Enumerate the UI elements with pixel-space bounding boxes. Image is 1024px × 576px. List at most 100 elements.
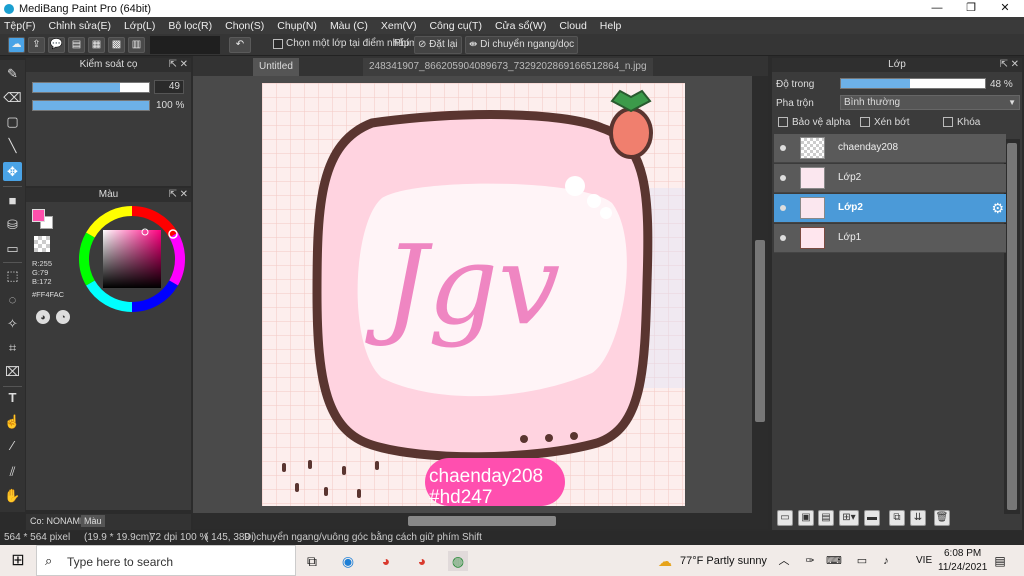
clock-date[interactable]: 11/24/2021: [938, 562, 987, 573]
blend-mode-select[interactable]: Bình thường ▼: [840, 95, 1020, 110]
clipping-checkbox[interactable]: [860, 117, 870, 127]
language-indicator[interactable]: VIE: [916, 555, 932, 566]
tab-untitled[interactable]: Untitled: [253, 58, 299, 76]
notification-icon[interactable]: ▤: [990, 551, 1010, 571]
layer-opacity-slider[interactable]: [840, 78, 986, 89]
close-icon[interactable]: ✕: [180, 188, 188, 202]
horizontal-scroll-thumb[interactable]: [408, 516, 556, 526]
brush-tool-icon[interactable]: ✎: [3, 64, 22, 83]
lock-checkbox[interactable]: [943, 117, 953, 127]
eyedropper-tool-icon[interactable]: ⁄: [3, 436, 22, 455]
chrome-browser-icon[interactable]: ◕: [376, 551, 396, 571]
protect-alpha-checkbox[interactable]: [778, 117, 788, 127]
new-layer-icon[interactable]: ▭: [777, 510, 793, 526]
transparent-color-swatch[interactable]: [34, 236, 50, 252]
select-eraser-tool-icon[interactable]: ⌧: [3, 362, 22, 381]
layer-row[interactable]: chaenday208: [774, 134, 1006, 163]
cloud-icon[interactable]: ☁: [8, 37, 25, 53]
menu-window[interactable]: Cửa sổ(W): [495, 20, 546, 32]
layer-row-selected[interactable]: Lớp2 ⚙: [774, 194, 1006, 223]
pen-workspace-icon[interactable]: ✑: [800, 551, 820, 571]
popout-icon[interactable]: ⇱: [169, 58, 177, 72]
new-layer-1bit-icon[interactable]: ▤: [818, 510, 834, 526]
pen-tool-icon[interactable]: ╲: [3, 136, 22, 155]
duplicate-layer-icon[interactable]: ⧉: [889, 510, 905, 526]
hand-tool-icon[interactable]: ✋: [3, 486, 22, 505]
chrome-browser-icon[interactable]: ◕: [412, 551, 432, 571]
fill-rect-tool-icon[interactable]: ■: [3, 191, 22, 210]
undo-icon[interactable]: ↶: [229, 37, 251, 53]
visibility-icon[interactable]: [780, 235, 786, 241]
tab-file[interactable]: 248341907_866205904089673_73292028691665…: [363, 58, 653, 76]
comment-icon[interactable]: 💬: [48, 37, 65, 53]
gradient-tool-icon[interactable]: ▭: [3, 239, 22, 258]
menu-select[interactable]: Chọn(S): [225, 20, 264, 32]
menu-snap[interactable]: Chụp(N): [277, 20, 317, 32]
delete-layer-icon[interactable]: 🗑: [934, 510, 950, 526]
tile-icon[interactable]: ▥: [128, 37, 145, 53]
move-tool-icon[interactable]: ✥: [3, 162, 22, 181]
horizontal-scrollbar[interactable]: [193, 513, 768, 529]
select-rect-tool-icon[interactable]: ⬚: [3, 266, 22, 285]
visibility-icon[interactable]: [780, 205, 786, 211]
layer-scroll-thumb[interactable]: [1007, 143, 1017, 510]
palette-settings-icon[interactable]: ◔: [56, 310, 70, 324]
menu-file[interactable]: Tệp(F): [4, 20, 36, 32]
reset-button[interactable]: ⊘ Đặt lại: [414, 36, 462, 54]
edge-browser-icon[interactable]: ◉: [338, 551, 358, 571]
folder-icon[interactable]: ▬: [864, 510, 880, 526]
lasso-tool-icon[interactable]: ◌: [3, 290, 22, 309]
keyboard-icon[interactable]: ⌨: [824, 551, 844, 571]
menu-color[interactable]: Màu (C): [330, 20, 368, 32]
medibang-app-icon[interactable]: ◍: [448, 551, 468, 571]
layer-row[interactable]: Lớp1: [774, 224, 1006, 253]
visibility-icon[interactable]: [780, 175, 786, 181]
volume-icon[interactable]: ♪: [876, 551, 896, 571]
color-tab[interactable]: Màu: [81, 515, 105, 527]
minimize-button[interactable]: —: [920, 0, 954, 17]
text-tool-icon[interactable]: T: [3, 388, 22, 407]
new-layer-8bit-icon[interactable]: ▣: [798, 510, 814, 526]
menu-layer[interactable]: Lớp(L): [124, 20, 155, 32]
menu-edit[interactable]: Chỉnh sửa(E): [49, 20, 111, 32]
eraser-tool-icon[interactable]: ⌫: [3, 88, 22, 107]
menu-help[interactable]: Help: [600, 20, 622, 32]
close-button[interactable]: ✕: [988, 0, 1022, 17]
layer-scrollbar[interactable]: [1004, 139, 1020, 514]
brush-size-slider[interactable]: [32, 82, 150, 93]
close-icon[interactable]: ✕: [1011, 58, 1019, 72]
artwork-canvas[interactable]: Jgv chaenday208 #hd247: [262, 83, 685, 506]
popout-icon[interactable]: ⇱: [169, 188, 177, 202]
add-layer-dropdown-icon[interactable]: ⊞▾: [839, 510, 859, 526]
gear-icon[interactable]: ⚙: [991, 200, 1004, 217]
grid-icon[interactable]: ▩: [108, 37, 125, 53]
color-set-name[interactable]: Co: NONAME: [30, 516, 86, 526]
menu-tools[interactable]: Công cụ(T): [429, 20, 482, 32]
select-layer-checkbox[interactable]: [273, 39, 283, 49]
palette-icon[interactable]: ◕: [36, 310, 50, 324]
maximize-button[interactable]: ❐: [954, 0, 988, 17]
clock-time[interactable]: 6:08 PM: [944, 548, 981, 559]
task-view-icon[interactable]: ⧉: [302, 551, 322, 571]
weather-text[interactable]: 77°F Partly sunny: [680, 555, 767, 567]
dropper-tool-icon[interactable]: ⫽: [3, 462, 22, 481]
taskbar-search-box[interactable]: ⌕ Type here to search: [36, 545, 296, 576]
select-pen-tool-icon[interactable]: ⌗: [3, 338, 22, 357]
menu-filter[interactable]: Bộ lọc(R): [168, 20, 212, 32]
windows-start-icon[interactable]: ⊞: [8, 551, 28, 571]
visibility-icon[interactable]: [780, 145, 786, 151]
foreground-color-swatch[interactable]: [32, 209, 45, 222]
share-icon[interactable]: ⇪: [28, 37, 45, 53]
color-wheel[interactable]: [76, 203, 188, 315]
menu-cloud[interactable]: Cloud: [559, 20, 586, 32]
layer-row[interactable]: Lớp2: [774, 164, 1006, 193]
popout-icon[interactable]: ⇱: [1000, 58, 1008, 72]
magic-wand-tool-icon[interactable]: ✧: [3, 314, 22, 333]
rectangle-tool-icon[interactable]: ▢: [3, 112, 22, 131]
chevron-up-icon[interactable]: ︿: [774, 551, 794, 571]
move-constrain-button[interactable]: ⇼ Di chuyển ngang/dọc: [465, 36, 579, 54]
menu-view[interactable]: Xem(V): [381, 20, 417, 32]
operation-tool-icon[interactable]: ☝: [3, 412, 22, 431]
network-icon[interactable]: ▭: [852, 551, 872, 571]
bucket-tool-icon[interactable]: ⛁: [3, 215, 22, 234]
